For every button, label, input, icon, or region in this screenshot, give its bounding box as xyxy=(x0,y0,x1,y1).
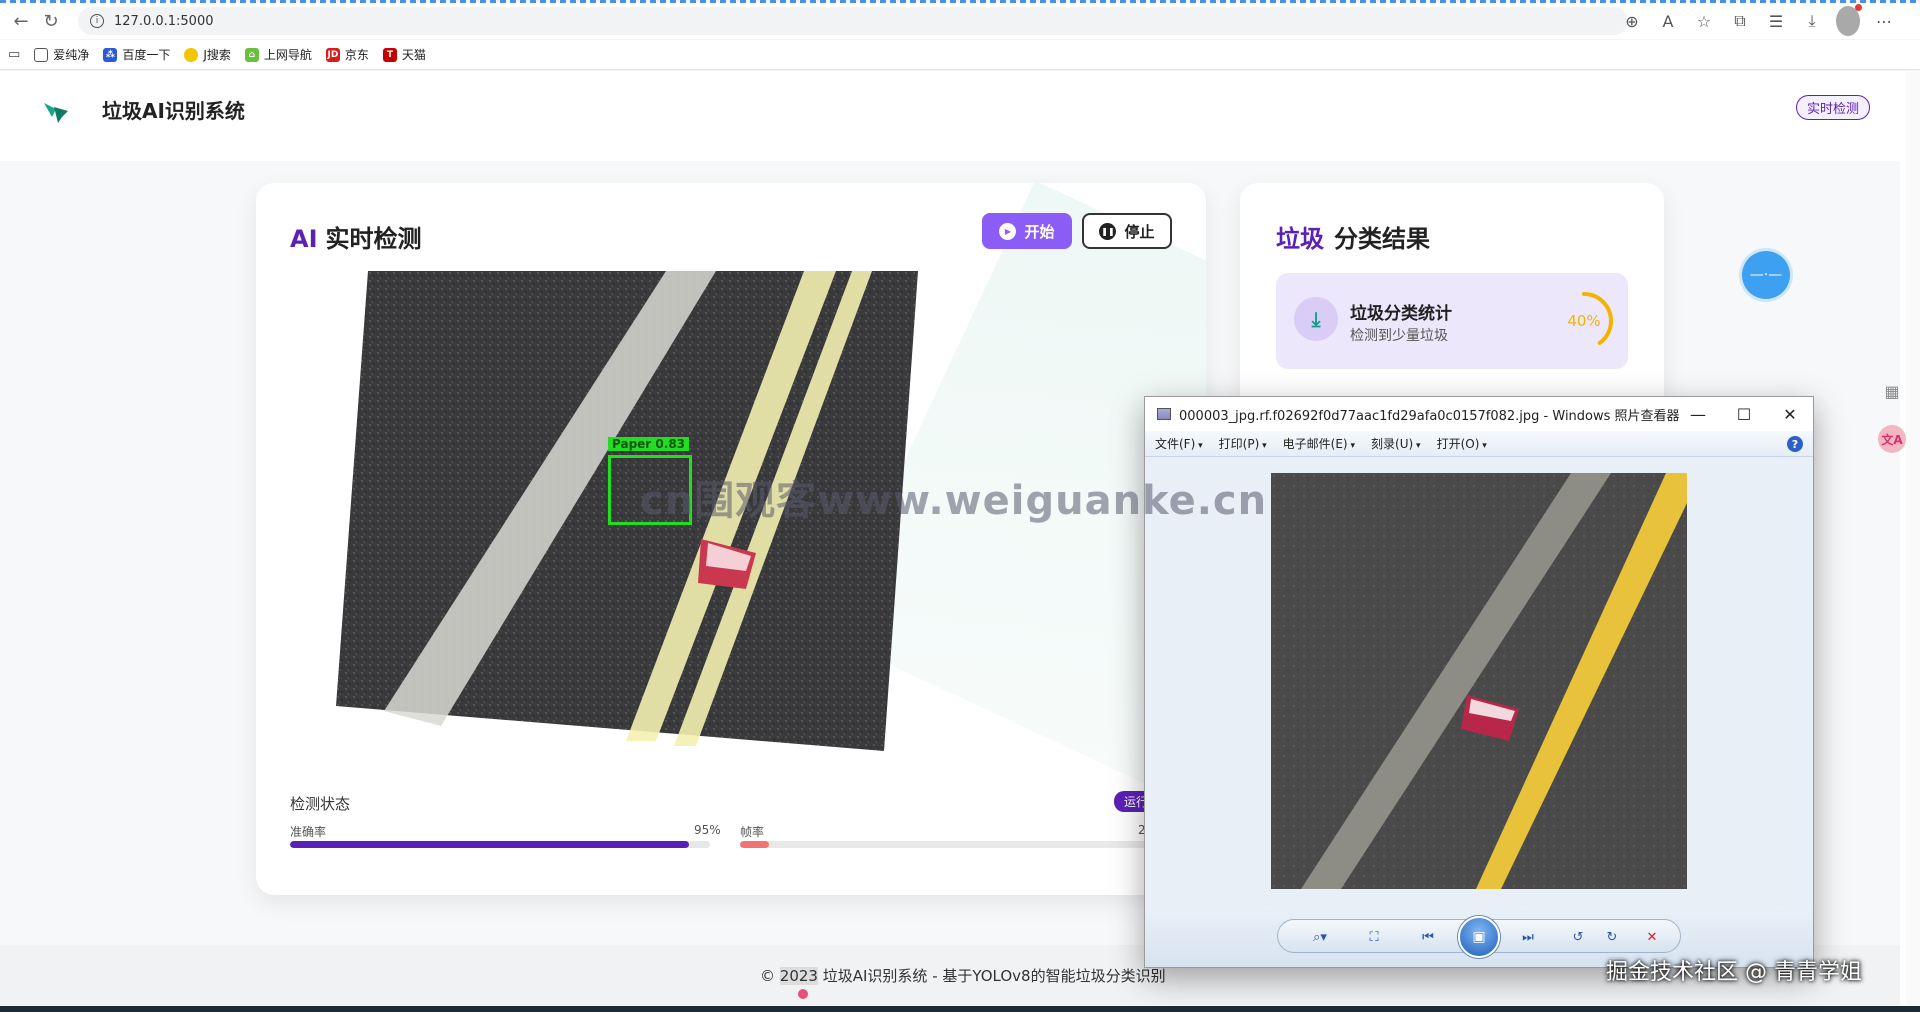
viewer-title: 000003_jpg.rf.f02692f0d77aac1fd29afa0c01… xyxy=(1179,408,1680,424)
stat-percent: 40% xyxy=(1567,312,1600,330)
start-button[interactable]: ▶ 开始 xyxy=(982,213,1072,249)
slideshow-button[interactable]: ▣ xyxy=(1458,916,1500,958)
assistant-float-button[interactable]: —·— xyxy=(1742,251,1790,299)
bookmark-baidu[interactable]: ⁂ 百度一下 xyxy=(103,46,170,63)
download-arrow-icon: ⤓ xyxy=(1294,297,1338,341)
favorite-star-icon[interactable]: ☆ xyxy=(1692,6,1716,36)
translate-icon[interactable]: 文A xyxy=(1878,425,1906,453)
refresh-icon[interactable]: ↻ xyxy=(36,6,66,36)
tmall-logo-icon: T xyxy=(382,47,397,62)
fit-window-icon[interactable]: ⛶ xyxy=(1360,928,1388,946)
bookmark-shangwang[interactable]: ⌂ 上网导航 xyxy=(244,46,312,63)
download-icon[interactable]: ⤓ xyxy=(1800,6,1824,36)
rotate-right-icon[interactable]: ↻ xyxy=(1598,928,1626,946)
site-info-icon[interactable]: i xyxy=(90,14,104,28)
site-header: 垃圾AI识别系统 实时检测 xyxy=(0,71,1900,161)
footer-text: © 2023 垃圾AI识别系统 - 基于YOLOv8的智能垃圾分类识别 xyxy=(760,967,1166,985)
profile-avatar[interactable] xyxy=(1836,4,1862,36)
bookmark-label: 爱纯净 xyxy=(53,48,90,62)
accuracy-bar xyxy=(290,841,710,848)
stat-panel: ⤓ 垃圾分类统计 检测到少量垃圾 40% xyxy=(1276,273,1628,369)
menu-email: 电子邮件(E) xyxy=(1283,435,1355,452)
search-logo-icon xyxy=(184,47,199,62)
baidu-paw-icon: ⁂ xyxy=(103,47,118,62)
logo-icon[interactable] xyxy=(40,95,72,127)
stop-label: 停止 xyxy=(1124,222,1155,241)
bookmark-label: 京东 xyxy=(344,48,369,62)
address-bar[interactable]: i 127.0.0.1:5000 xyxy=(78,7,1628,35)
maximize-icon[interactable]: ☐ xyxy=(1721,397,1767,431)
zoom-icon[interactable]: ⌕▾ xyxy=(1306,928,1334,946)
result-title: 垃圾 分类结果 xyxy=(1276,225,1430,253)
next-icon[interactable]: ⏭ xyxy=(1514,928,1542,946)
favorites-list-icon[interactable]: ☰ xyxy=(1764,6,1788,36)
taskbar-strip xyxy=(0,1006,1920,1012)
delete-icon[interactable]: ✕ xyxy=(1638,928,1666,946)
bookmark-label: J搜索 xyxy=(203,48,231,62)
bookmarks-bar: ▭ 爱纯净 ⁂ 百度一下 J搜索 ⌂ 上网导航 JD 京东 T 天猫 xyxy=(0,40,1920,70)
bookmark-jd[interactable]: JD 京东 xyxy=(325,46,369,63)
page-scrollbar[interactable] xyxy=(1906,71,1920,1006)
progress-ring: 40% xyxy=(1555,292,1613,350)
reading-list-icon[interactable]: ▭ xyxy=(8,47,20,62)
nav-pill: ⌕▾ ⛶ ⏮ ▣ ⏭ ↺ ↻ ✕ xyxy=(1277,916,1681,958)
bookmark-label: 百度一下 xyxy=(122,48,171,62)
accuracy-label: 准确率 xyxy=(290,825,327,839)
help-icon[interactable]: ? xyxy=(1787,436,1803,452)
url-text: 127.0.0.1:5000 xyxy=(114,13,214,29)
folder-icon xyxy=(34,47,49,62)
jd-logo-icon: JD xyxy=(325,47,340,62)
menu-print[interactable]: 打印(P) xyxy=(1219,435,1267,452)
read-aloud-icon[interactable]: A xyxy=(1656,6,1680,36)
browser-toolbar: ← ↻ i 127.0.0.1:5000 ⊕ A ☆ ⧉ ☰ ⤓ ⋯ xyxy=(0,3,1920,39)
zoom-icon[interactable]: ⊕ xyxy=(1620,6,1644,36)
viewer-menubar: 文件(F) 打印(P) 电子邮件(E) 刻录(U) 打开(O) ? xyxy=(1145,431,1813,457)
nav-home-icon: ⌂ xyxy=(244,47,259,62)
previous-icon[interactable]: ⏮ xyxy=(1414,928,1442,946)
photo-viewer-app-icon xyxy=(1157,408,1171,420)
ai-detection-card: AI 实时检测 ▶ 开始 ❚❚ 停止 Paper 0.83 检测状态 运行 准确… xyxy=(256,183,1206,895)
viewer-photo xyxy=(1271,473,1687,889)
stat-subtitle: 检测到少量垃圾 xyxy=(1350,328,1448,344)
bookmark-aichunjing[interactable]: 爱纯净 xyxy=(34,46,89,63)
pause-icon: ❚❚ xyxy=(1099,222,1117,240)
status-title: 检测状态 xyxy=(290,795,351,813)
more-menu-icon[interactable]: ⋯ xyxy=(1872,6,1896,36)
fps-bar xyxy=(740,841,1160,848)
brand-title: 垃圾AI识别系统 xyxy=(102,99,245,123)
menu-open[interactable]: 打开(O) xyxy=(1437,435,1487,452)
result-card: 垃圾 分类结果 ⤓ 垃圾分类统计 检测到少量垃圾 40% xyxy=(1240,183,1664,423)
qr-grid-icon[interactable]: ▦ xyxy=(1878,377,1906,405)
stat-name: 垃圾分类统计 xyxy=(1350,304,1452,324)
extensions-icon[interactable]: ⧉ xyxy=(1728,6,1752,36)
bookmark-jsousuo[interactable]: J搜索 xyxy=(184,46,231,63)
menu-file[interactable]: 文件(F) xyxy=(1155,435,1203,452)
accuracy-value: 95% xyxy=(694,823,721,837)
watermark-text: cn围观客www.weiguanke.cn xyxy=(640,478,1268,524)
card-title: AI 实时检测 xyxy=(290,225,422,253)
minimize-icon[interactable]: — xyxy=(1675,397,1721,431)
bookmark-label: 天猫 xyxy=(401,48,426,62)
fps-bar-fill xyxy=(740,841,770,848)
bookmark-label: 上网导航 xyxy=(263,48,312,62)
bookmark-tmall[interactable]: T 天猫 xyxy=(382,46,426,63)
fps-label: 帧率 xyxy=(740,825,765,839)
menu-burn[interactable]: 刻录(U) xyxy=(1371,435,1421,452)
accuracy-bar-fill xyxy=(290,841,689,848)
stop-button[interactable]: ❚❚ 停止 xyxy=(1082,213,1172,249)
live-detection-badge[interactable]: 实时检测 xyxy=(1796,95,1871,120)
indicator-dot xyxy=(798,989,808,999)
rotate-left-icon[interactable]: ↺ xyxy=(1564,928,1592,946)
detection-label: Paper 0.83 xyxy=(608,437,690,451)
back-icon[interactable]: ← xyxy=(6,6,36,36)
play-icon: ▶ xyxy=(999,222,1017,240)
credit-text: 掘金技术社区 @ 青青学姐 xyxy=(1606,960,1862,985)
start-label: 开始 xyxy=(1024,222,1055,241)
close-icon[interactable]: ✕ xyxy=(1767,397,1813,431)
